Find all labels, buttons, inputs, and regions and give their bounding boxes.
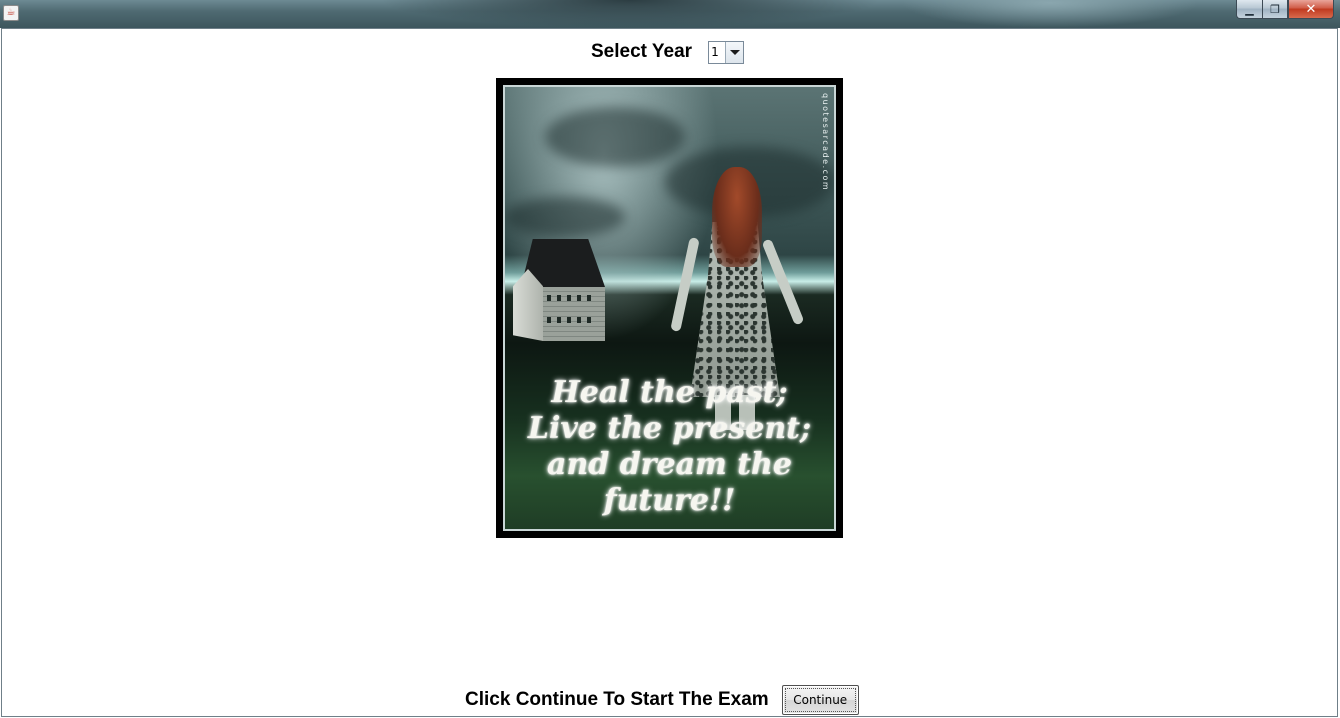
main-panel: Select Year 1 quotesarcade.com Heal the … bbox=[1, 28, 1338, 717]
year-dropdown-value[interactable]: 1 bbox=[709, 42, 725, 63]
motivational-poster-image: quotesarcade.com Heal the past; Live the… bbox=[496, 78, 843, 538]
cloud bbox=[545, 107, 685, 167]
girl-arm-right bbox=[761, 238, 805, 326]
house-window bbox=[567, 317, 571, 323]
close-icon[interactable]: ✕ bbox=[1288, 0, 1334, 19]
title-bar-background-highlight bbox=[900, 0, 1200, 28]
window-title-bar[interactable]: ☕ ▁ ❐ ✕ bbox=[0, 0, 1340, 28]
house-window bbox=[587, 295, 591, 301]
house-window bbox=[577, 295, 581, 301]
house-front bbox=[543, 287, 605, 341]
girl-arm-left bbox=[670, 236, 700, 333]
house-illustration bbox=[513, 239, 605, 341]
chevron-down-icon[interactable] bbox=[725, 41, 744, 63]
house-window bbox=[587, 317, 591, 323]
quote-line: Heal the past; bbox=[551, 375, 788, 410]
quote-line: Live the present; bbox=[527, 411, 812, 446]
house-window bbox=[547, 295, 551, 301]
poster-quote: Heal the past; Live the present; and dre… bbox=[505, 375, 834, 519]
start-exam-prompt: Click Continue To Start The Exam bbox=[465, 689, 769, 710]
house-window bbox=[567, 295, 571, 301]
house-window bbox=[547, 317, 551, 323]
continue-button[interactable]: Continue bbox=[781, 685, 859, 715]
start-exam-row: Click Continue To Start The Exam Continu… bbox=[465, 685, 859, 715]
house-window bbox=[577, 317, 581, 323]
select-year-label: Select Year bbox=[591, 41, 693, 62]
poster-watermark: quotesarcade.com bbox=[821, 93, 830, 192]
java-cup-icon[interactable]: ☕ bbox=[3, 5, 19, 21]
house-window bbox=[557, 295, 561, 301]
window-controls: ▁ ❐ ✕ bbox=[1236, 0, 1334, 19]
year-selector-row: Select Year 1 bbox=[591, 40, 745, 64]
girl-hair bbox=[712, 167, 762, 267]
year-dropdown[interactable]: 1 bbox=[708, 40, 745, 64]
poster-artwork: quotesarcade.com Heal the past; Live the… bbox=[503, 85, 836, 531]
minimize-icon[interactable]: ▁ bbox=[1236, 0, 1262, 19]
cloud bbox=[505, 197, 625, 237]
maximize-icon[interactable]: ❐ bbox=[1262, 0, 1288, 19]
quote-line: and dream the future!! bbox=[547, 447, 792, 518]
title-bar-background bbox=[380, 0, 880, 28]
house-window bbox=[557, 317, 561, 323]
